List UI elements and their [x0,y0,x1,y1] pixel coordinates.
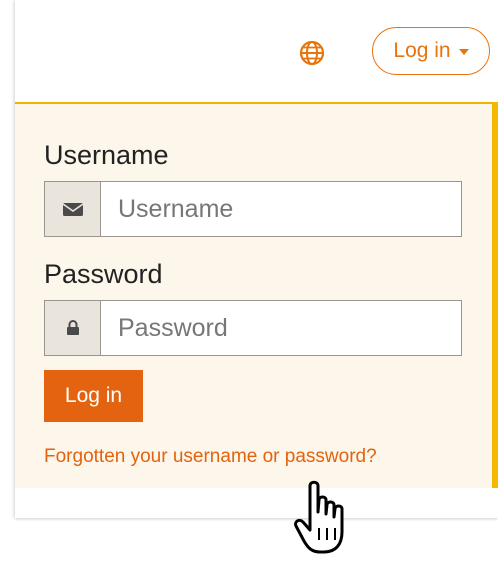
username-addon [44,181,100,237]
caret-down-icon [458,49,469,55]
password-placeholder: Password [118,313,228,342]
username-label: Username [44,140,169,170]
login-dropdown-toggle[interactable]: Log in [372,27,490,75]
username-field-group: Username [44,181,462,237]
password-field-group: Password [44,300,462,356]
globe-icon[interactable] [298,39,326,67]
login-submit-button[interactable]: Log in [44,370,143,422]
login-panel: Username Username Password Password Log … [15,102,498,488]
password-input[interactable]: Password [100,300,462,356]
hand-pointer-icon [294,480,344,554]
username-input[interactable]: Username [100,181,462,237]
lock-icon [66,320,79,335]
login-dropdown-card: Log in Username Username Password Passwo… [15,0,498,518]
password-label: Password [44,259,163,289]
forgot-credentials-link[interactable]: Forgotten your username or password? [44,446,377,468]
password-addon [44,300,100,356]
login-toggle-label: Log in [393,39,451,62]
username-placeholder: Username [118,194,234,223]
top-navbar: Log in [15,0,498,102]
envelope-icon [62,203,83,216]
panel-accent-bar [492,102,498,488]
